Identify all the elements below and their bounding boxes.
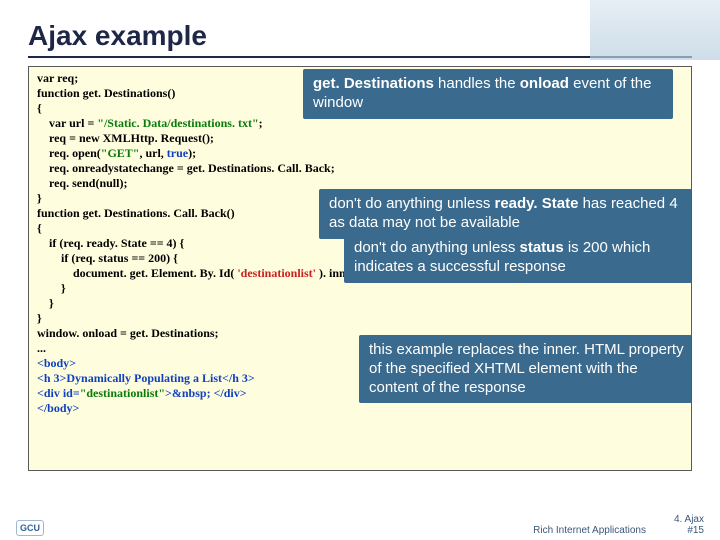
accent-corner [590, 0, 720, 60]
callout-readystate: don't do anything unless ready. State ha… [319, 189, 692, 239]
code-line: req = new XMLHttp. Request(); [37, 131, 683, 146]
callout-onload: get. Destinations handles the onload eve… [303, 69, 673, 119]
callout-innerhtml: this example replaces the inner. HTML pr… [359, 335, 692, 403]
code-line: } [37, 311, 683, 326]
footer-center: Rich Internet Applications [44, 525, 674, 536]
code-line: </body> [37, 401, 683, 416]
code-line: req. open("GET", url, true); [37, 146, 683, 161]
footer-right: 4. Ajax #15 [674, 514, 704, 536]
footer: GCU Rich Internet Applications 4. Ajax #… [0, 514, 720, 536]
code-line: } [37, 296, 683, 311]
callout-status: don't do anything unless status is 200 w… [344, 233, 692, 283]
code-line: req. onreadystatechange = get. Destinati… [37, 161, 683, 176]
code-box: var req; function get. Destinations() { … [28, 66, 692, 471]
code-line: } [37, 281, 683, 296]
logo: GCU [16, 520, 44, 536]
